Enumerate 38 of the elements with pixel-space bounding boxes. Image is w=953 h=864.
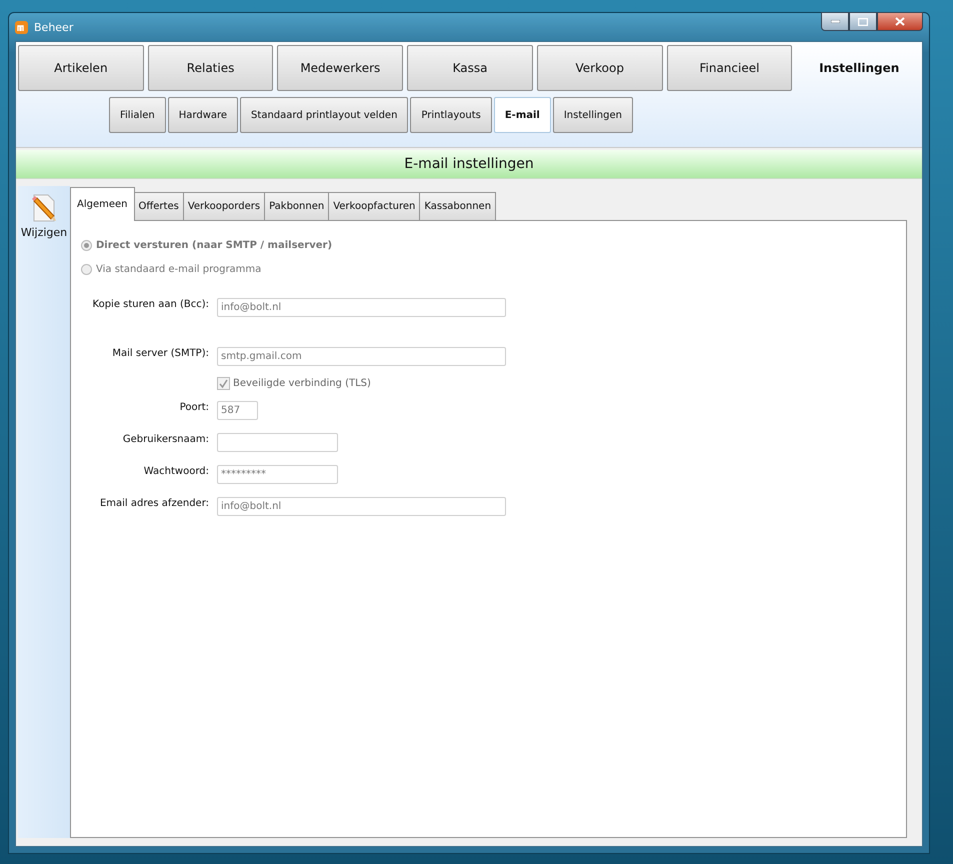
- radio-icon: [81, 264, 92, 274]
- close-button[interactable]: [877, 12, 923, 31]
- main-tab[interactable]: Kassa: [407, 45, 533, 91]
- field-label: Mail server (SMTP):: [112, 348, 209, 358]
- window-title: Beheer: [34, 20, 74, 34]
- content-tab[interactable]: Kassabonnen: [419, 192, 496, 220]
- content-tab[interactable]: Offertes: [134, 192, 184, 220]
- field-label: Poort:: [180, 402, 209, 412]
- sub-tab[interactable]: Instellingen: [552, 97, 633, 133]
- app-icon: [15, 20, 28, 34]
- field-label: Kopie sturen aan (Bcc):: [92, 298, 209, 310]
- sub-tab[interactable]: E-mail: [494, 97, 551, 133]
- main-tab[interactable]: Financieel: [666, 45, 792, 91]
- maximize-icon: [858, 18, 868, 26]
- field-label: Email adres afzender:: [100, 498, 209, 508]
- content-tab[interactable]: Verkoopfacturen: [328, 192, 420, 220]
- content-tab[interactable]: Pakbonnen: [264, 192, 330, 220]
- main-tab[interactable]: Relaties: [148, 45, 274, 91]
- sub-tab[interactable]: Printlayouts: [410, 97, 492, 133]
- field-label: Wachtwoord:: [144, 466, 209, 476]
- radio-icon: [81, 240, 92, 250]
- checkbox-icon: [217, 376, 230, 390]
- content-tab[interactable]: Algemeen: [70, 187, 135, 221]
- sub-tab[interactable]: Filialen: [109, 97, 166, 133]
- close-icon: [895, 17, 905, 26]
- section-header: E-mail instellingen: [16, 150, 922, 179]
- maximize-button[interactable]: [849, 12, 877, 31]
- edit-button[interactable]: Wijzigen: [20, 186, 68, 245]
- sub-tab[interactable]: Standaard printlayout velden: [240, 97, 408, 133]
- minimize-button[interactable]: [821, 12, 849, 31]
- main-tab[interactable]: Medewerkers: [277, 45, 404, 91]
- main-tab[interactable]: Artikelen: [18, 45, 144, 91]
- field-label: Gebruikersnaam:: [122, 434, 209, 444]
- main-tab[interactable]: Instellingen: [796, 45, 922, 91]
- content-tab[interactable]: Verkooporders: [182, 192, 266, 220]
- minimize-icon: [830, 20, 840, 23]
- main-tab[interactable]: Verkoop: [536, 45, 663, 91]
- sub-tab[interactable]: Hardware: [168, 97, 238, 133]
